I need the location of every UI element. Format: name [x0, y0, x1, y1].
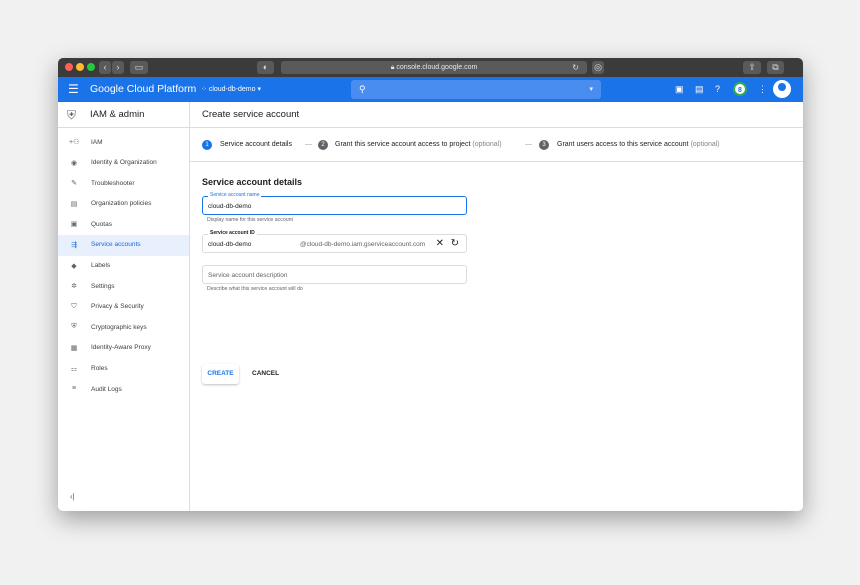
extension-icon[interactable]: ◎	[592, 61, 604, 74]
quota-icon: ▣	[70, 221, 78, 229]
browser-window: ‹ › ▭ ◐ 🔒︎ console.cloud.google.com ↻ ◎ …	[58, 58, 803, 511]
sidebar-item-cryptographic-keys[interactable]: ⛨ Cryptographic keys	[58, 317, 189, 338]
service-account-id-value: cloud-db-demo	[208, 241, 252, 248]
collapse-icon[interactable]: ‹|	[70, 492, 75, 501]
service-account-description-placeholder: Service account description	[208, 272, 288, 279]
search-dropdown-icon[interactable]: ▾	[589, 85, 593, 93]
back-icon[interactable]: ‹	[99, 61, 111, 74]
share-icon[interactable]: ⇧	[743, 61, 761, 74]
search-icon: ⚲	[359, 84, 366, 94]
service-account-description-hint: Describe what this service account will …	[207, 286, 303, 292]
step-divider: —	[305, 141, 312, 148]
sidebar-item-service-accounts[interactable]: ⇶ Service accounts	[58, 234, 189, 256]
sidebar-item-iam[interactable]: +⚇ IAM	[58, 132, 189, 153]
create-button[interactable]: CREATE	[202, 364, 239, 384]
label-icon: ◆	[71, 262, 77, 270]
step-divider: —	[525, 141, 532, 148]
avatar[interactable]	[773, 80, 791, 98]
cloud-shell-icon[interactable]: ▤	[695, 84, 704, 95]
help-icon[interactable]: ?	[715, 84, 720, 95]
proxy-icon: ▦	[70, 344, 78, 352]
shield-icon: ⛉	[71, 302, 77, 310]
forward-icon[interactable]: ›	[112, 61, 124, 74]
service-account-name-label: Service account name	[208, 192, 262, 198]
section-title: Service account details	[202, 177, 303, 187]
refresh-icon[interactable]: ↻	[451, 238, 459, 249]
sidebar-item-identity-aware-proxy[interactable]: ▦ Identity-Aware Proxy	[58, 338, 189, 359]
list-icon: ≡	[71, 385, 77, 393]
step-2-label[interactable]: Grant this service account access to pro…	[335, 141, 502, 148]
sidebar: ⛨ IAM & admin +⚇ IAM ◉ Identity & Organiza…	[58, 102, 190, 511]
gift-icon[interactable]: ▣	[675, 84, 684, 95]
main-content: Create service account 1 Service account…	[190, 102, 803, 511]
stepper: 1 Service account details — 2 Grant this…	[190, 128, 803, 162]
sidebar-item-audit-logs[interactable]: ≡ Audit Logs	[58, 379, 189, 400]
close-window-button[interactable]	[65, 63, 73, 71]
minimize-window-button[interactable]	[76, 63, 84, 71]
shield-person-icon: ⛨	[67, 108, 77, 122]
sidebar-toggle-icon[interactable]: ▭	[130, 61, 148, 74]
page-title: Create service account	[190, 102, 803, 128]
service-account-id-field[interactable]: Service account ID cloud-db-demo @cloud-…	[202, 230, 467, 253]
sidebar-nav: +⚇ IAM ◉ Identity & Organization ✎ Troubles…	[58, 128, 189, 400]
person-add-icon: +⚇	[69, 139, 80, 146]
service-account-icon: ⇶	[71, 241, 77, 249]
privacy-icon[interactable]: ◐	[257, 61, 274, 74]
project-selector[interactable]: ⁘ cloud-db-demo ▾	[201, 85, 261, 94]
url-text: console.cloud.google.com	[396, 64, 478, 71]
service-account-name-hint: Display name for this service account	[207, 217, 293, 223]
gear-icon: ✲	[71, 283, 77, 291]
sidebar-item-labels[interactable]: ◆ Labels	[58, 256, 189, 277]
service-account-name-field[interactable]: Service account name cloud-db-demo	[202, 192, 467, 215]
key-shield-icon: ⛨	[71, 323, 77, 331]
step-1-number: 1	[202, 140, 212, 150]
sidebar-title: IAM & admin	[90, 109, 145, 120]
step-2-number: 2	[318, 140, 328, 150]
sidebar-item-troubleshooter[interactable]: ✎ Troubleshooter	[58, 173, 189, 194]
chevron-down-icon: ▾	[255, 86, 261, 93]
sidebar-item-roles[interactable]: ⚏ Roles	[58, 359, 189, 380]
brand-title[interactable]: Google Cloud Platform	[90, 83, 196, 95]
sidebar-item-quotas[interactable]: ▣ Quotas	[58, 214, 189, 235]
roles-icon: ⚏	[70, 365, 78, 373]
policy-icon: ▤	[70, 200, 78, 208]
service-account-id-label: Service account ID	[208, 230, 257, 236]
address-bar[interactable]: 🔒︎ console.cloud.google.com ↻	[281, 61, 587, 74]
cancel-button[interactable]: CANCEL	[246, 364, 285, 384]
reload-icon[interactable]: ↻	[572, 61, 579, 74]
maximize-window-button[interactable]	[87, 63, 95, 71]
search-input[interactable]: ⚲ ▾	[351, 80, 601, 99]
clear-icon[interactable]: ✕	[436, 238, 444, 249]
account-circle-icon: ◉	[70, 159, 78, 167]
browser-titlebar: ‹ › ▭ ◐ 🔒︎ console.cloud.google.com ↻ ◎ …	[58, 58, 803, 77]
step-3-number: 3	[539, 140, 549, 150]
notifications-badge[interactable]: 8	[733, 82, 747, 96]
sidebar-item-organization-policies[interactable]: ▤ Organization policies	[58, 194, 189, 215]
sidebar-item-settings[interactable]: ✲ Settings	[58, 276, 189, 297]
service-account-description-field[interactable]: Service account description	[202, 265, 467, 284]
tabs-icon[interactable]: ⧉	[767, 61, 784, 74]
project-dots-icon: ⁘	[201, 86, 209, 93]
service-account-id-suffix: @cloud-db-demo.iam.gserviceaccount.com	[300, 241, 426, 248]
sidebar-header: ⛨ IAM & admin	[58, 102, 189, 128]
sidebar-item-identity-organization[interactable]: ◉ Identity & Organization	[58, 153, 189, 174]
sidebar-item-privacy-security[interactable]: ⛉ Privacy & Security	[58, 297, 189, 318]
more-vert-icon[interactable]: ⋮	[758, 84, 767, 95]
step-3-label[interactable]: Grant users access to this service accou…	[557, 141, 720, 148]
service-account-name-value: cloud-db-demo	[208, 203, 252, 210]
gcp-header: ☰ Google Cloud Platform ⁘ cloud-db-demo …	[58, 77, 803, 102]
wrench-icon: ✎	[71, 180, 77, 188]
step-1-label[interactable]: Service account details	[220, 141, 292, 148]
menu-icon[interactable]: ☰	[68, 83, 79, 95]
